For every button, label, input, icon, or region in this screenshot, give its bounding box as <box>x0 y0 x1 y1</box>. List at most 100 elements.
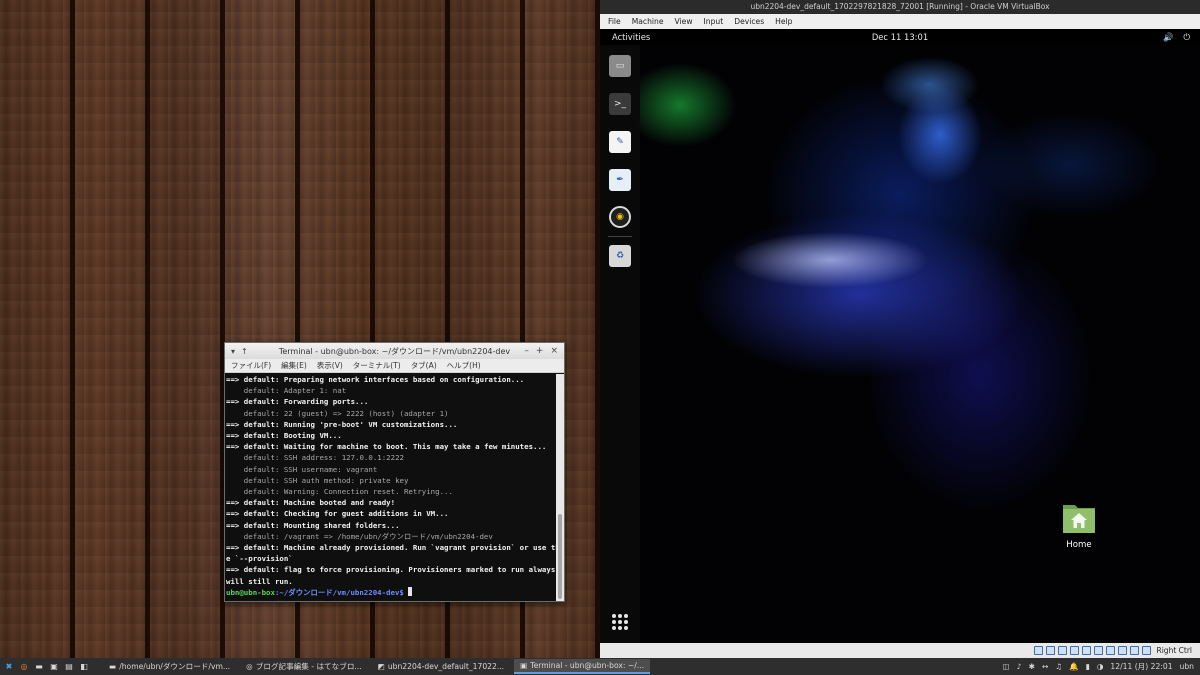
recording-status-icon[interactable] <box>1117 646 1127 655</box>
xfce-menu-icon[interactable]: ✖ <box>4 662 14 672</box>
network-icon[interactable]: ↔ <box>1042 662 1048 671</box>
input-method-icon[interactable]: ♪ <box>1017 662 1022 671</box>
task-label: /home/ubn/ダウンロード/vm... <box>119 662 231 671</box>
terminal-line: ==> default: Mounting shared folders... <box>226 520 400 530</box>
virtualbox-title: ubn2204-dev_default_1702297821828_72001 … <box>600 0 1200 14</box>
hdd-status-icon[interactable] <box>1033 646 1043 655</box>
rhythmbox-icon[interactable]: ◉ <box>609 206 631 228</box>
workspace-switcher-icon[interactable]: ◫ <box>1003 662 1010 671</box>
window-icon[interactable]: ▤ <box>64 662 74 672</box>
home-folder-icon[interactable] <box>1061 501 1097 535</box>
host-taskbar: ✖ ◎ ▬ ▣ ▤ ◧ ▬/home/ubn/ダウンロード/vm... ◎ ブログ記事編集 -… <box>0 658 1200 675</box>
show-apps-icon[interactable] <box>612 614 628 630</box>
menu-view[interactable]: 表示(V) <box>317 360 343 371</box>
guest-dock: ▭ >_ ✎ ✒ ◉ ♻ <box>600 45 640 643</box>
notification-icon[interactable]: 🔔 <box>1069 662 1078 671</box>
terminal-prompt[interactable]: ubn@ubn-box:~/ダウンロード/vm/ubn2204-dev$ <box>226 586 556 598</box>
terminal-line: will still run. <box>226 576 293 586</box>
terminal-menubar: ファイル(F) 編集(E) 表示(V) ターミナル(T) タブ(A) ヘルプ(H… <box>225 359 564 373</box>
terminal-line: ==> default: Forwarding ports... <box>226 397 369 407</box>
terminal-output[interactable]: ==> default: Preparing network interface… <box>225 374 556 601</box>
text-editor-quill-icon[interactable]: ✒ <box>609 169 631 191</box>
vbox-menu-file[interactable]: File <box>608 17 621 26</box>
guest-wallpaper[interactable] <box>600 45 1200 643</box>
close-icon[interactable]: × <box>550 346 558 356</box>
terminal-line: default: /vagrant => /home/ubn/ダウンロード/vm… <box>226 531 493 541</box>
menu-edit[interactable]: 編集(E) <box>281 360 307 371</box>
terminal-line: ==> default: Booting VM... <box>226 431 342 441</box>
menu-file[interactable]: ファイル(F) <box>231 360 271 371</box>
battery-icon[interactable]: ▮ <box>1086 662 1090 671</box>
files-icon[interactable]: ▭ <box>609 55 631 77</box>
terminal-line: default: 22 (guest) => 2222 (host) (adap… <box>226 408 449 418</box>
usb-status-icon[interactable] <box>1081 646 1091 655</box>
taskbar-task[interactable]: ▬/home/ubn/ダウンロード/vm... <box>103 659 236 674</box>
volume-icon[interactable]: 🔊 <box>1163 29 1173 45</box>
prompt-user: ubn@ubn-box <box>226 587 275 597</box>
terminal-line: ==> default: Checking for guest addition… <box>226 509 449 519</box>
task-app-icon: ▬ <box>109 662 117 671</box>
shared-folder-status-icon[interactable] <box>1093 646 1103 655</box>
menu-terminal[interactable]: ターミナル(T) <box>353 360 401 371</box>
terminal-icon[interactable]: >_ <box>609 93 631 115</box>
host-clock[interactable]: 12/11 (月) 22:01 <box>1110 661 1172 672</box>
scrollbar-thumb[interactable] <box>558 514 562 599</box>
vbox-menu-view[interactable]: View <box>675 17 693 26</box>
tray-icons: ◫ ♪ ✱ ↔ ♫ 🔔 ▮ ◑ <box>1003 662 1104 671</box>
show-desktop-icon[interactable]: ◧ <box>79 662 89 672</box>
terminal-titlebar[interactable]: ▾ ↑ Terminal - ubn@ubn-box: ~/ダウンロード/vm/… <box>225 343 564 359</box>
terminal-launcher-icon[interactable]: ▣ <box>49 662 59 672</box>
folder-icon[interactable]: ▬ <box>34 662 44 672</box>
audio-status-icon[interactable] <box>1057 646 1067 655</box>
task-label: ubn2204-dev_default_17022... <box>387 662 505 671</box>
terminal-scrollbar[interactable] <box>556 374 564 601</box>
user-label[interactable]: ubn <box>1180 662 1194 671</box>
system-tray: ◫ ♪ ✱ ↔ ♫ 🔔 ▮ ◑ 12/11 (月) 22:01 ubn <box>1003 661 1200 672</box>
terminal-cursor <box>408 586 413 596</box>
task-label: Terminal - ubn@ubn-box: ~/... <box>530 661 645 670</box>
guest-clock[interactable]: Dec 11 13:01 <box>600 29 1200 45</box>
taskbar-task[interactable]: ◩ ubn2204-dev_default_17022... <box>372 659 510 674</box>
display-status-icon[interactable] <box>1105 646 1115 655</box>
bluetooth-icon[interactable]: ✱ <box>1029 662 1035 671</box>
dock-separator <box>608 236 632 237</box>
brightness-icon[interactable]: ◑ <box>1097 662 1104 671</box>
terminal-line: ==> default: Preparing network interface… <box>226 375 525 384</box>
menu-help[interactable]: ヘルプ(H) <box>447 360 481 371</box>
audio-tray-icon[interactable]: ♫ <box>1055 662 1062 671</box>
mouse-status-icon[interactable] <box>1141 646 1151 655</box>
terminal-window[interactable]: ▾ ↑ Terminal - ubn@ubn-box: ~/ダウンロード/vm/… <box>224 342 565 602</box>
vbox-menu-input[interactable]: Input <box>704 17 724 26</box>
task-label: ブログ記事編集 - はてなブロ... <box>255 662 362 671</box>
host-key-label: Right Ctrl <box>1156 646 1192 655</box>
vbox-menu-help[interactable]: Help <box>775 17 792 26</box>
prompt-path: :~/ダウンロード/vm/ubn2204-dev$ <box>274 587 404 597</box>
power-icon[interactable]: ⏻ <box>1183 29 1190 45</box>
task-app-icon: ◩ <box>377 662 385 671</box>
task-app-icon: ▣ <box>520 661 528 670</box>
text-editor-icon[interactable]: ✎ <box>609 131 631 153</box>
network-status-icon[interactable] <box>1069 646 1079 655</box>
vbox-menu-devices[interactable]: Devices <box>734 17 764 26</box>
window-menu-icon[interactable]: ▾ <box>231 347 235 356</box>
virtualbox-window[interactable]: ubn2204-dev_default_1702297821828_72001 … <box>600 0 1200 658</box>
maximize-icon[interactable]: + <box>536 346 544 356</box>
trash-icon[interactable]: ♻ <box>609 245 631 267</box>
taskbar-task[interactable]: ◎ ブログ記事編集 - はてなブロ... <box>240 659 368 674</box>
terminal-line: ==> default: Waiting for machine to boot… <box>226 442 547 452</box>
keep-above-icon[interactable]: ↑ <box>241 347 248 356</box>
terminal-line: default: SSH auth method: private key <box>226 475 409 485</box>
terminal-line: ==> default: Running 'pre-boot' VM custo… <box>226 419 458 429</box>
menu-tabs[interactable]: タブ(A) <box>411 360 437 371</box>
optical-status-icon[interactable] <box>1045 646 1055 655</box>
minimize-icon[interactable]: – <box>524 346 529 356</box>
guest-top-bar: Activities Dec 11 13:01 🔊 ⏻ <box>600 29 1200 45</box>
taskbar-task[interactable]: ▣ Terminal - ubn@ubn-box: ~/... <box>514 659 651 674</box>
vbox-menu-machine[interactable]: Machine <box>632 17 664 26</box>
task-list: ▬/home/ubn/ダウンロード/vm... ◎ ブログ記事編集 - はてなブロ.… <box>99 659 651 674</box>
terminal-line: ==> default: Machine booted and ready! <box>226 498 396 508</box>
terminal-line: default: SSH address: 127.0.0.1:2222 <box>226 453 404 463</box>
browser-icon[interactable]: ◎ <box>19 662 29 672</box>
launcher-area: ✖ ◎ ▬ ▣ ▤ ◧ <box>0 662 89 672</box>
cpu-status-icon[interactable] <box>1129 646 1139 655</box>
